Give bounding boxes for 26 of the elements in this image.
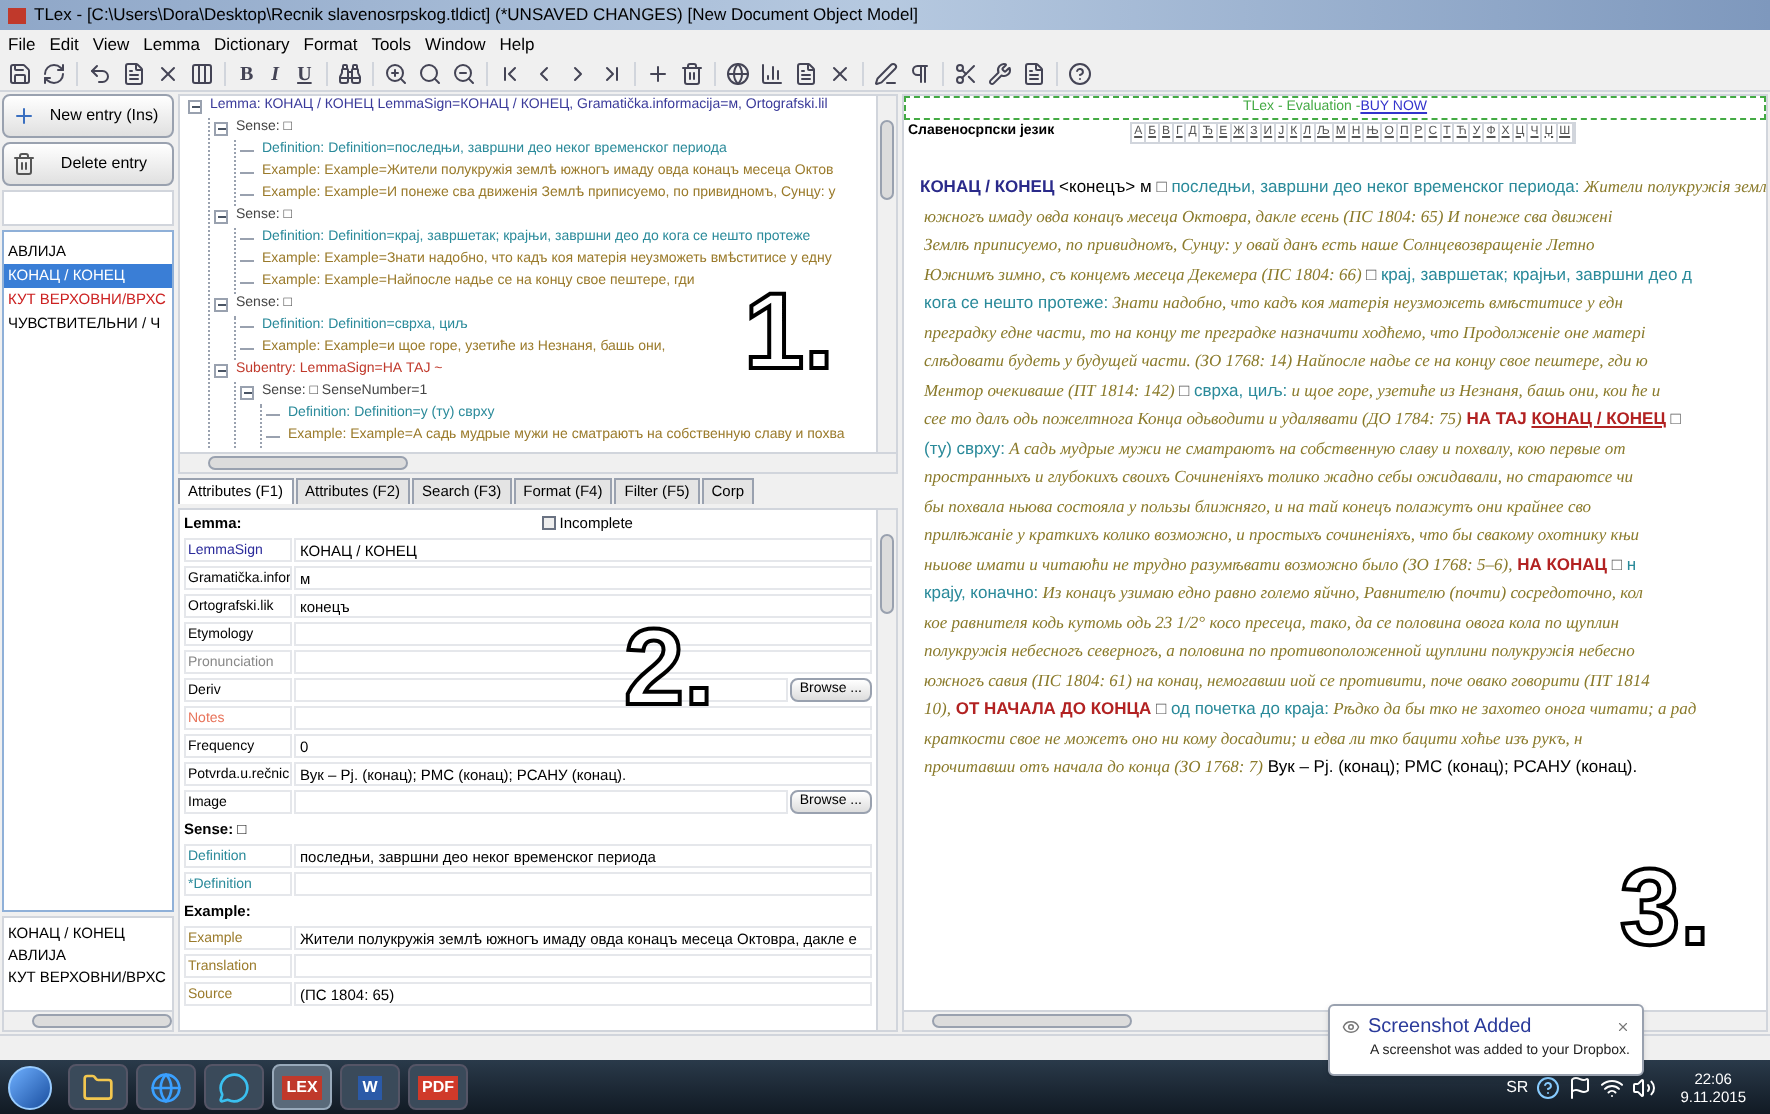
preview-line: полукружія небесногъ северногъ, а половина по противоположенной щуплини полукружія небесно <box>922 638 1637 664</box>
preview-line: кое равнителя кодь кутомь одь 23 1/2° косо пресеца, тако, да се половина овога кола по щуплин <box>922 609 1622 636</box>
preview-line: южногъ имаду овда конацъ месеца Октовра, дакле есень (ПС 1804: 65) И понеже сва движені <box>922 203 1615 230</box>
preview-line: южногъ савия (ПС 1804: 61) на конац, немогавши иой се противити, поче овако говорити (ПТ 1814 <box>922 667 1652 694</box>
preview-line: сее то далъ одь пожелтнога Конца одьводити и удалявати (ДО 1784: 75) НА ТАЈ КОНАЦ / КОНЕЦ □ <box>922 406 1683 432</box>
preview-line: кога се нешто протеже: Знати надобно, что кадъ коя матерія неузможеть вмѣститисе у едн <box>922 290 1625 316</box>
preview-line: прилѣжаніе у краткихъ колико возможно, и простыхъ сочиненіяхъ, что бы свакому охотнику књи <box>922 522 1642 548</box>
notification-title: Screenshot Added <box>1368 1014 1532 1042</box>
window-title: TLex - [C:\Users\Dora\Desktop\Recnik slavenosrpskog.tldict] (*UNSAVED CHANGES) [New Document Object Model] <box>34 2 918 28</box>
preview-line: крају, коначно: Из конацъ узимаю едно равно големо яйчно, Равнителю (почти) сосредоточно, кол <box>922 580 1645 606</box>
preview-line: КОНАЦ / КОНЕЦ <конецъ> м □ последњи, завршни део неког временског периода: Жители полукружія земл <box>920 174 1766 200</box>
callout-number: 3. <box>1620 860 1711 958</box>
preview-line: Ментор очекиваше (ПТ 1814: 142) □ сврха, циљ: и щое горе, узетиће из Незнаня, башь они, кои ће и <box>922 377 1663 404</box>
preview-line: ньиове имати и читаюћи не трудно разумѣвати возможно было (ЗО 1768: 5–6), НА КОНАЦ □ н <box>922 551 1639 578</box>
callout-number: 2. <box>624 620 715 718</box>
preview-line: Землѣ приписуемо, по привидномъ, Сунцу: у овай данъ есть наше Солнцевозвращеніе Летно <box>922 232 1597 258</box>
preview-line: пространныхъ и глубокихъ своихъ Сочиненіяхъ толико жадно себы ожидавали, но стараютсе чи <box>922 464 1636 490</box>
preview-line: 10), ОТ НАЧАЛА ДО КОНЦА □ од почетка до краја: Рѣдко да бы тко не захотео онога читати; а рад <box>922 696 1699 722</box>
preview-line: слѣдовати будеть у будущей части. (ЗО 1768: 14) Найпосле надье се на концу свое пештере, гди ю <box>922 348 1650 374</box>
preview-line: бы похвала ньюва состояла у пользы ближняго, и на тай конецъ полажутъ они крайнее сво <box>922 493 1594 520</box>
preview-line: краткости свое не можетъ оно ни кому досадити; и едва ли тко бацити хоћье изъ рукъ, н <box>922 725 1585 752</box>
callout-number: 1. <box>744 284 835 382</box>
preview-line: прочитавши отъ начала до конца (ЗО 1768: 7) Вук – Рј. (конац); РМС (конац); РСАНУ (конац). <box>922 754 1640 780</box>
preview-line: Южнимъ зимно, съ концемъ месеца Декемера (ПС 1804: 66) □ крај, завршетак; крајњи, завршни део д <box>922 261 1694 288</box>
preview-line: (ту) сврху: А садь мудрые мужи не сматраютъ на собственную славу и похвалу, кою первые от <box>922 435 1628 462</box>
preview-line: преградку едне части, то на концу те преградке назначити ходћемо, что Продолженіе оне матері <box>922 319 1648 346</box>
